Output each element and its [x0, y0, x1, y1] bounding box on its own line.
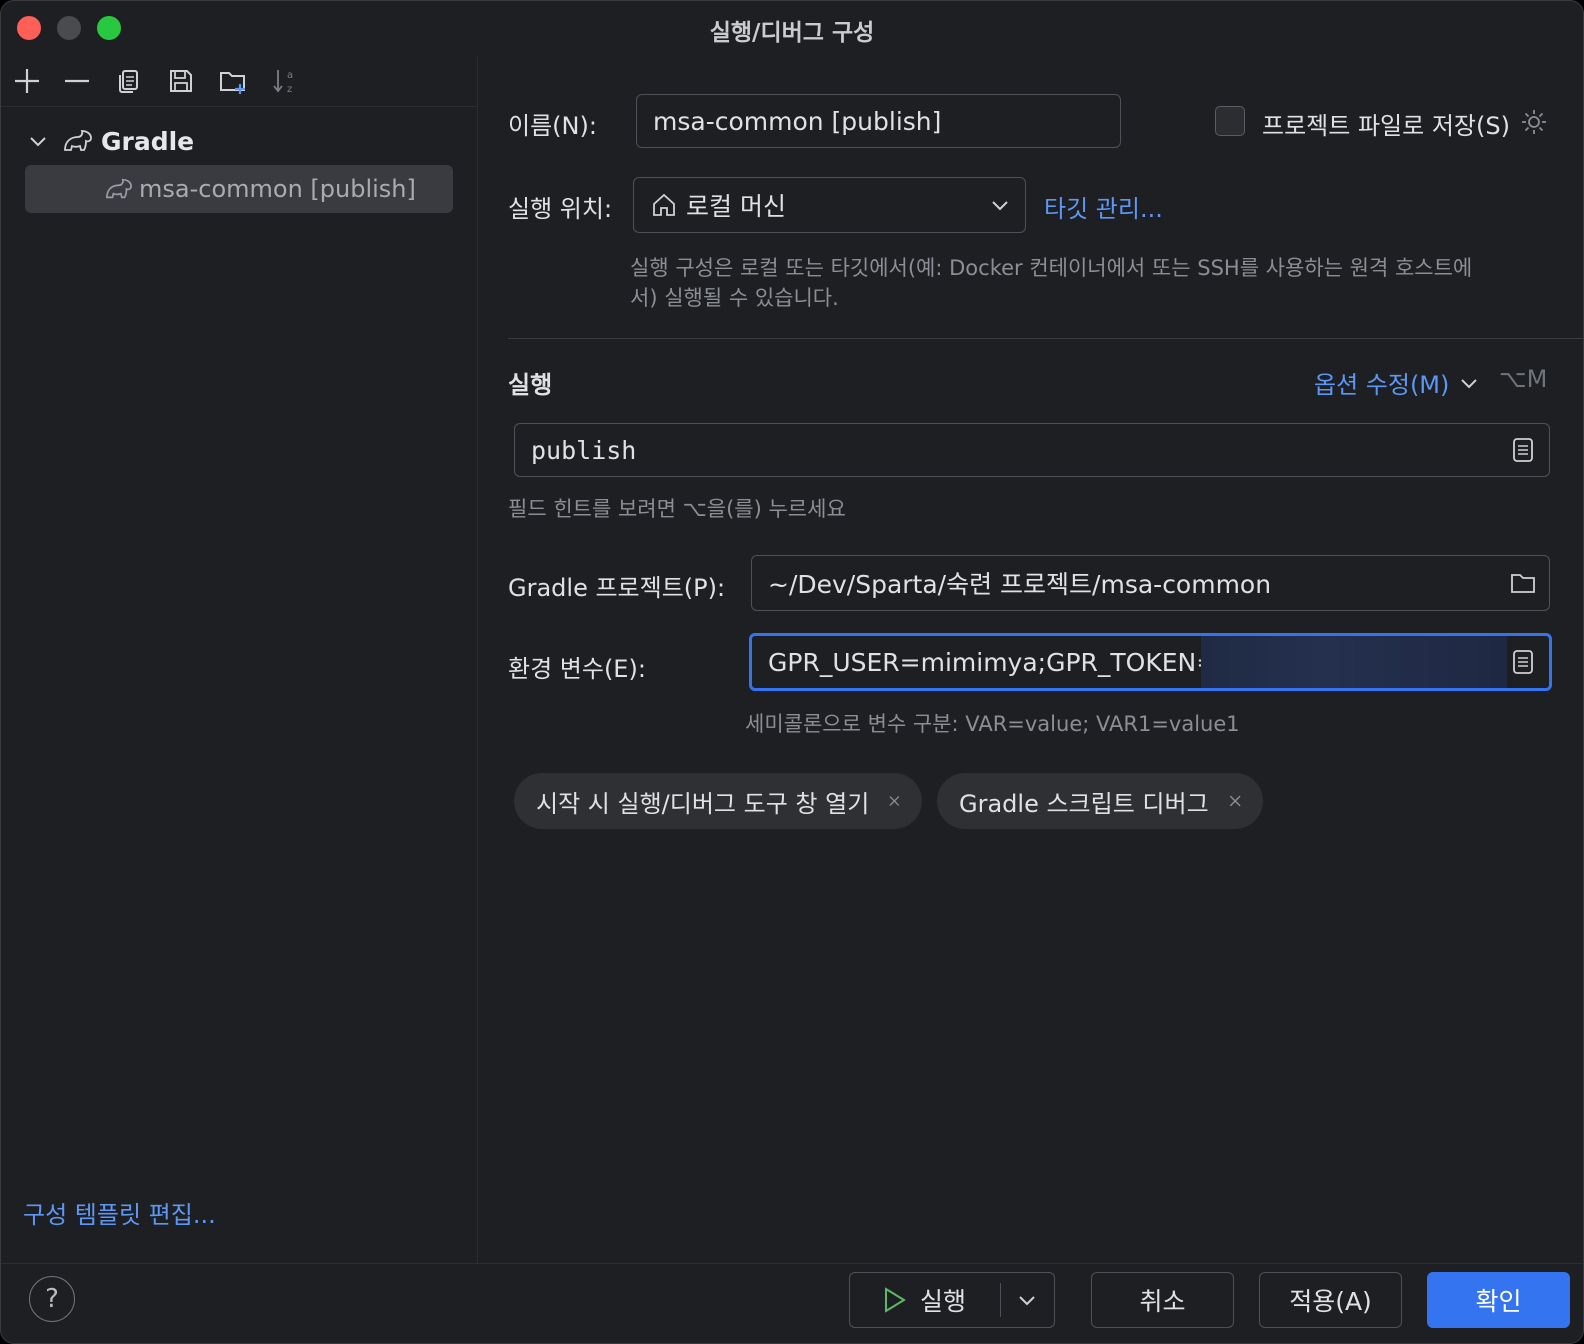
run-play-icon — [885, 1287, 906, 1313]
window-title: 실행/디버그 구성 — [709, 20, 875, 46]
chevron-down-icon — [992, 201, 1008, 211]
modify-options-shortcut: ⌥M — [1499, 365, 1548, 393]
home-icon — [653, 193, 675, 216]
chevron-down-icon[interactable] — [25, 128, 51, 154]
new-folder-button[interactable] — [215, 63, 251, 99]
env-vars-input[interactable]: GPR_USER=mimimya;GPR_TOKEN= — [749, 633, 1552, 691]
sort-az-icon: az — [273, 70, 293, 95]
name-input[interactable]: msa-common [publish] — [636, 94, 1121, 148]
remove-configuration-button[interactable] — [59, 63, 95, 99]
tasks-hint: 필드 힌트를 보려면 ⌥을(를) 누르세요 — [508, 497, 846, 521]
run-on-hint: 실행 구성은 로컬 또는 타깃에서(예: Docker 컨테이너에서 또는 SS… — [630, 253, 1472, 313]
run-debug-configurations-dialog: 실행/디버그 구성 az Gradle msa-common [publish]… — [0, 0, 1584, 1344]
redacted-token — [1201, 636, 1507, 688]
expand-text-icon[interactable] — [1509, 436, 1537, 464]
minus-icon — [65, 79, 89, 83]
svg-text:a: a — [287, 70, 293, 81]
configurations-sidebar: az Gradle msa-common [publish] 구성 템플릿 편집… — [1, 57, 478, 1263]
gradle-project-value: ~/Dev/Sparta/숙련 프로젝트/msa-common — [768, 570, 1272, 599]
chevron-down-icon[interactable] — [1016, 1289, 1038, 1311]
ok-button[interactable]: 확인 — [1427, 1272, 1570, 1328]
tree-item-label: msa-common [publish] — [139, 175, 416, 203]
store-as-project-file-checkbox[interactable] — [1215, 106, 1245, 136]
close-icon[interactable] — [887, 791, 902, 811]
save-configuration-button[interactable] — [163, 63, 199, 99]
tree-item-msa-common-publish[interactable]: msa-common [publish] — [25, 165, 453, 213]
run-on-hint-line1: 실행 구성은 로컬 또는 타깃에서(예: Docker 컨테이너에서 또는 SS… — [630, 256, 1473, 280]
chevron-down-icon — [1461, 378, 1478, 388]
tasks-input[interactable]: publish — [514, 423, 1550, 477]
cancel-button[interactable]: 취소 — [1091, 1272, 1234, 1328]
run-on-dropdown[interactable]: 로컬 머신 — [633, 177, 1026, 233]
save-icon — [170, 70, 192, 92]
svg-text:z: z — [287, 84, 292, 95]
option-chip-label: 시작 시 실행/디버그 도구 창 열기 — [536, 789, 870, 818]
store-as-project-file-label: 프로젝트 파일로 저장(S) — [1262, 112, 1510, 140]
split-divider — [1000, 1283, 1001, 1317]
title-bar: 실행/디버그 구성 — [1, 1, 1583, 57]
option-chip-label: Gradle 스크립트 디버그 — [959, 789, 1209, 818]
edit-configuration-templates-link[interactable]: 구성 템플릿 편집... — [23, 1195, 216, 1230]
gradle-icon — [64, 130, 92, 151]
section-divider — [508, 338, 1583, 339]
gradle-icon — [106, 178, 132, 199]
run-section-title: 실행 — [508, 371, 553, 399]
tasks-value: publish — [531, 435, 637, 465]
gear-icon[interactable] — [1519, 107, 1549, 137]
copy-icon — [119, 70, 138, 93]
run-on-value: 로컬 머신 — [686, 192, 786, 221]
option-chip-debug-gradle-scripts[interactable]: Gradle 스크립트 디버그 — [937, 773, 1263, 829]
dialog-footer: ? 실행 취소 적용(A) 확인 — [1, 1263, 1583, 1343]
folder-icon[interactable] — [1509, 569, 1537, 597]
name-value: msa-common [publish] — [653, 106, 942, 136]
option-chip-open-tool-window[interactable]: 시작 시 실행/디버그 도구 창 열기 — [514, 773, 922, 829]
name-label: 이름(N): — [508, 112, 597, 140]
configuration-editor: 이름(N): msa-common [publish] 프로젝트 파일로 저장(… — [479, 57, 1583, 1263]
folder-add-icon — [220, 72, 245, 94]
manage-targets-link[interactable]: 타깃 관리... — [1044, 189, 1163, 224]
expand-text-icon[interactable] — [1509, 648, 1537, 676]
gradle-project-input[interactable]: ~/Dev/Sparta/숙련 프로젝트/msa-common — [751, 555, 1550, 611]
sort-configurations-button[interactable]: az — [267, 63, 303, 99]
env-vars-value: GPR_USER=mimimya;GPR_TOKEN= — [768, 647, 1218, 677]
modify-options-button[interactable]: 옵션 수정(M) — [1314, 365, 1479, 400]
add-configuration-button[interactable] — [9, 63, 45, 99]
run-on-hint-line2: 서) 실행될 수 있습니다. — [630, 286, 839, 310]
run-button[interactable]: 실행 — [849, 1272, 1055, 1328]
apply-button[interactable]: 적용(A) — [1259, 1272, 1402, 1328]
gradle-project-label: Gradle 프로젝트(P): — [508, 574, 726, 602]
sidebar-toolbar: az — [1, 57, 478, 107]
close-icon[interactable] — [1227, 791, 1243, 811]
plus-icon — [15, 69, 39, 93]
env-vars-hint: 세미콜론으로 변수 구분: VAR=value; VAR1=value1 — [745, 712, 1240, 736]
run-on-label: 실행 위치: — [508, 195, 613, 223]
copy-configuration-button[interactable] — [111, 63, 147, 99]
env-vars-label: 환경 변수(E): — [508, 655, 646, 683]
tree-group-label: Gradle — [101, 126, 195, 156]
help-button[interactable]: ? — [29, 1276, 75, 1322]
tree-group-gradle[interactable]: Gradle — [25, 121, 445, 161]
run-button-label: 실행 — [920, 1287, 967, 1316]
modify-options-label: 옵션 수정(M) — [1314, 371, 1450, 399]
